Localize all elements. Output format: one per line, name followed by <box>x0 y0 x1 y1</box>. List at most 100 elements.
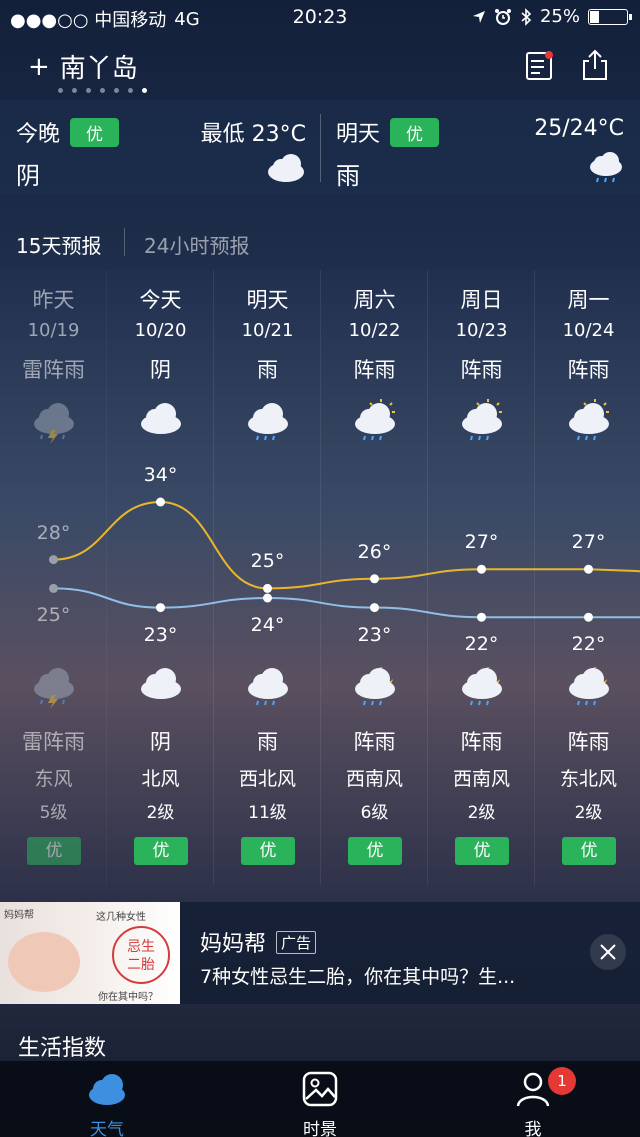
forecast-wind-direction: 北风 <box>141 768 180 790</box>
aqi-badge: 优 <box>70 117 120 147</box>
forecast-tabs: 15天预报 24小时预报 <box>0 214 640 270</box>
forecast-wind-direction: 东北风 <box>559 768 617 790</box>
today-tomorrow-summary[interactable]: 今晚优 最低 23°C 阴 明天优 25/24°C 雨 <box>0 100 640 194</box>
forecast-date: 10/23 <box>455 320 508 341</box>
ad-banner[interactable]: 妈妈帮 这几种女性 忌生 二胎 你在其中吗？ 妈妈帮 广告 7种女性忌生二胎，你… <box>0 902 640 1004</box>
page-dot <box>128 88 133 93</box>
forecast-wind-level: 2级 <box>146 803 175 823</box>
forecast-day-column[interactable]: 明天 10/21 雨雨西北风 11级优 <box>214 270 321 885</box>
forecast-night-weather: 阵雨 <box>353 730 396 754</box>
close-icon[interactable] <box>590 934 626 970</box>
low-temp-label: 23° <box>143 623 178 646</box>
forecast-day-label: 昨天 <box>32 288 75 312</box>
thunderstorm-icon <box>0 398 107 448</box>
ad-image[interactable]: 妈妈帮 这几种女性 忌生 二胎 你在其中吗？ <box>0 902 180 1004</box>
low-temp-label: 24° <box>250 614 285 636</box>
tonight-weather: 阴 <box>16 162 40 190</box>
forecast-day-label: 周六 <box>353 288 396 312</box>
sun-shower-icon <box>535 398 640 448</box>
high-temp-label: 27° <box>464 531 499 554</box>
forecast-day-column[interactable]: 周日 10/23 阵雨 阵雨 西南风 2级优 <box>428 270 535 885</box>
tonight-label: 今晚 <box>16 122 61 147</box>
forecast-day-weather: 阴 <box>150 358 171 382</box>
nav-weather-label: 天气 <box>90 1120 124 1137</box>
life-index-heading: 生活指数 <box>18 1036 107 1061</box>
ad-image-stamp: 忌生 二胎 <box>112 926 170 984</box>
page-indicator <box>58 88 147 93</box>
forecast-day-label: 明天 <box>246 288 289 312</box>
news-icon[interactable] <box>522 48 556 82</box>
cloud-icon <box>107 663 214 707</box>
ad-image-stamp-line2: 二胎 <box>127 957 155 973</box>
share-icon[interactable] <box>578 48 612 82</box>
photo-icon <box>302 1071 338 1107</box>
alarm-icon <box>494 8 511 25</box>
ad-close-button[interactable] <box>590 934 626 970</box>
forecast-wind-level: 6级 <box>360 803 389 823</box>
cloud-icon <box>107 398 214 442</box>
aqi-badge: 优 <box>241 837 295 865</box>
battery-percent: 25% <box>539 6 580 27</box>
forecast-day-label: 周日 <box>460 288 503 312</box>
page-dot <box>72 88 77 93</box>
forecast-wind-direction: 西南风 <box>452 768 510 790</box>
low-temp-label: 23° <box>357 623 392 646</box>
forecast-night-weather: 雷阵雨 <box>22 730 85 754</box>
page-dot <box>100 88 105 93</box>
forecast-day-label: 今天 <box>139 288 182 312</box>
tomorrow-label: 明天 <box>336 122 381 147</box>
ad-description: 7种女性忌生二胎，你在其中吗？生... <box>200 966 516 988</box>
forecast-date: 10/21 <box>241 320 294 341</box>
city-name: 南丫岛 <box>59 54 138 84</box>
ad-tag: 广告 <box>276 930 317 954</box>
page-dot <box>58 88 63 93</box>
city-selector[interactable]: + 南丫岛 <box>28 48 138 85</box>
tomorrow-summary[interactable]: 明天优 25/24°C 雨 <box>336 100 624 194</box>
tomorrow-temp: 25/24°C <box>534 116 624 141</box>
rain-icon <box>214 663 321 713</box>
summary-divider <box>320 114 321 182</box>
battery-icon <box>588 8 632 25</box>
notification-badge: 1 <box>548 1067 576 1095</box>
forecast-day-weather: 阵雨 <box>567 358 610 382</box>
forecast-day-label: 周一 <box>567 288 610 312</box>
tab-15-day[interactable]: 15天预报 <box>16 230 101 259</box>
aqi-badge: 优 <box>390 117 440 147</box>
forecast-wind-direction: 西南风 <box>345 768 403 790</box>
forecast-grid[interactable]: 昨天 10/19 雷阵雨 雷阵雨 东风 5级优今天 10/20 阴阴北风 2级优明天 10/21 雨… <box>0 270 640 885</box>
high-temp-label: 34° <box>143 464 178 486</box>
rain-icon <box>588 152 624 190</box>
status-right: 25% <box>472 6 632 27</box>
ad-image-belly <box>8 932 80 992</box>
aqi-badge: 优 <box>27 837 81 865</box>
forecast-night-weather: 阴 <box>150 730 171 754</box>
tab-divider <box>124 228 125 256</box>
forecast-wind-level: 2级 <box>467 803 496 823</box>
forecast-day-weather: 阵雨 <box>460 358 503 382</box>
forecast-day-column[interactable]: 今天 10/20 阴阴北风 2级优 <box>107 270 214 885</box>
forecast-day-weather: 雨 <box>257 358 278 382</box>
forecast-day-column[interactable]: 周一 10/24 阵雨 阵雨 东北风 2级优 <box>535 270 640 885</box>
ad-image-stamp-line1: 忌生 <box>127 939 155 955</box>
forecast-wind-level: 5级 <box>39 803 68 823</box>
weather-tab-icon <box>89 1074 125 1105</box>
add-city-icon[interactable]: + <box>28 52 50 82</box>
forecast-date: 10/24 <box>562 320 615 341</box>
forecast-date: 10/19 <box>27 320 80 341</box>
tab-24-hour[interactable]: 24小时预报 <box>144 230 249 259</box>
forecast-day-column[interactable]: 昨天 10/19 雷阵雨 雷阵雨 东风 5级优 <box>0 270 107 885</box>
forecast-night-weather: 阵雨 <box>567 730 610 754</box>
cloud-icon <box>266 152 306 188</box>
forecast-day-column[interactable]: 周六 10/22 阵雨 阵雨 西南风 6级优 <box>321 270 428 885</box>
rain-icon <box>214 398 321 448</box>
tonight-summary[interactable]: 今晚优 最低 23°C 阴 <box>16 100 306 194</box>
low-temp-label: 22° <box>571 633 606 656</box>
forecast-wind-direction: 东风 <box>34 768 73 790</box>
sun-shower-icon <box>428 398 535 448</box>
low-temp-label: 25° <box>36 604 71 627</box>
aqi-badge: 优 <box>455 837 509 865</box>
tonight-temp: 最低 23°C <box>200 122 306 147</box>
high-temp-label: 27° <box>571 531 606 554</box>
bluetooth-icon <box>521 7 532 26</box>
ad-image-question: 你在其中吗？ <box>98 992 158 1003</box>
